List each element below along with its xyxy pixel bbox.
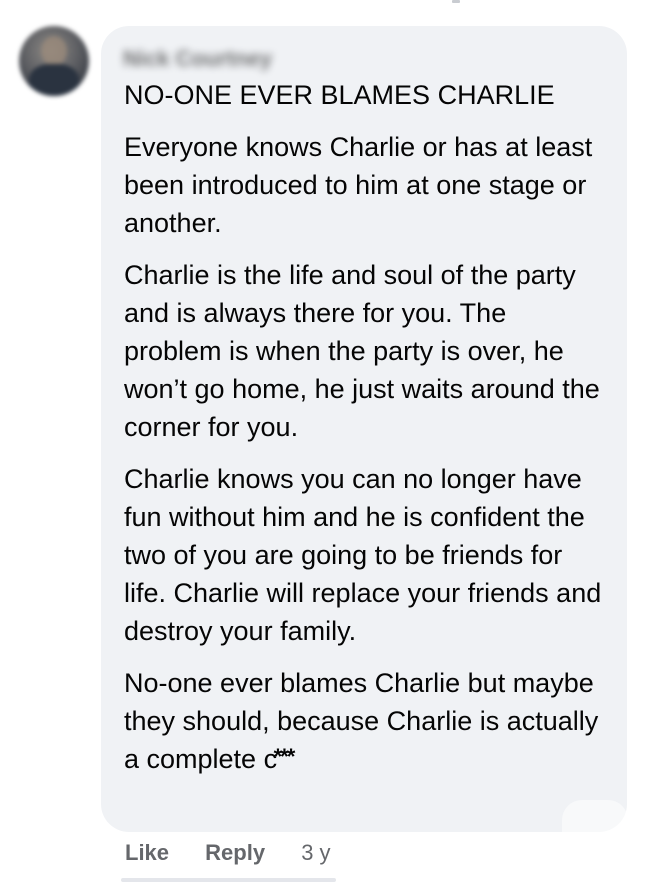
- comment-paragraph-3: Charlie knows you can no longer have fun…: [124, 464, 602, 646]
- censored-mask: ***: [273, 744, 296, 769]
- author-name[interactable]: Nick Courtney: [123, 46, 272, 72]
- timestamp-link[interactable]: 3 y: [301, 840, 330, 866]
- avatar-body-shape: [29, 64, 79, 96]
- reaction-placeholder: [562, 800, 628, 860]
- comment-paragraph-4: No-one ever blames Charlie but maybe the…: [124, 664, 604, 778]
- comment-actions: Like Reply 3 y: [125, 840, 331, 866]
- avatar-head-shape: [41, 36, 67, 66]
- avatar[interactable]: [19, 26, 89, 96]
- censored-word: c ***: [264, 740, 296, 778]
- comment-paragraph-1: Everyone knows Charlie or has at least b…: [124, 132, 593, 238]
- comment-heading: NO-ONE EVER BLAMES CHARLIE: [124, 80, 555, 110]
- like-button[interactable]: Like: [125, 840, 169, 866]
- comment-bubble: Nick Courtney NO-ONE EVER BLAMES CHARLIE…: [101, 26, 627, 832]
- top-scroll-mark: [452, 0, 460, 3]
- comment-paragraph-2: Charlie is the life and soul of the part…: [124, 260, 600, 442]
- comment-container: Nick Courtney NO-ONE EVER BLAMES CHARLIE…: [0, 0, 658, 882]
- reply-button[interactable]: Reply: [205, 840, 265, 866]
- divider: [121, 878, 336, 882]
- comment-body: NO-ONE EVER BLAMES CHARLIE Everyone know…: [124, 76, 604, 792]
- comment-paragraph-4-text: No-one ever blames Charlie but maybe the…: [124, 668, 599, 774]
